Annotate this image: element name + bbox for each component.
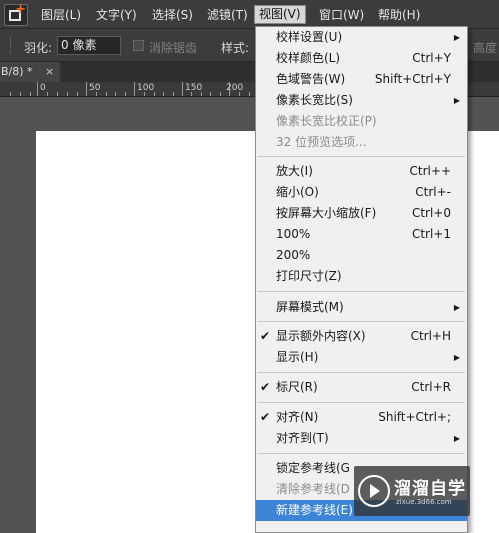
menu-item-show-extras[interactable]: ✔ 显示额外内容(X) Ctrl+H [256, 326, 467, 347]
menu-filter[interactable]: 滤镜(T) [207, 6, 248, 24]
menu-item-gamut-warning[interactable]: 色域警告(W) Shift+Ctrl+Y [256, 69, 467, 90]
ruler-tick [86, 82, 87, 96]
menu-bar: + 图层(L) 文字(Y) 选择(S) 滤镜(T) 视图(V) 窗口(W) 帮助… [0, 0, 499, 29]
menu-item-screen-mode[interactable]: 屏幕模式(M) ▶ [256, 297, 467, 318]
menu-item-pixel-aspect-correction: 像素长宽比校正(P) [276, 114, 377, 128]
menu-type[interactable]: 文字(Y) [96, 6, 137, 24]
menu-item-fit-on-screen[interactable]: 按屏幕大小缩放(F) Ctrl+0 [256, 203, 467, 224]
menu-select[interactable]: 选择(S) [152, 6, 193, 24]
watermark-logo: 溜溜自学 zixue.3d66.com [354, 466, 470, 516]
document-tab-title: B/8) * [1, 65, 33, 78]
menu-item-zoom-out[interactable]: 缩小(O) Ctrl+- [256, 182, 467, 203]
menu-separator [258, 156, 465, 157]
submenu-arrow-icon: ▶ [453, 303, 460, 312]
photoshop-logo-icon[interactable]: + [4, 3, 28, 26]
menu-item-show[interactable]: 显示(H) ▶ [256, 347, 467, 368]
document-tab[interactable]: B/8) * × [0, 62, 60, 82]
watermark-title: 溜溜自学 [394, 479, 466, 499]
menu-layer[interactable]: 图层(L) [41, 6, 81, 24]
checkmark-icon: ✔ [260, 329, 271, 343]
menu-item-snap[interactable]: ✔ 对齐(N) Shift+Ctrl+; [256, 407, 467, 428]
menu-item-snap-to[interactable]: 对齐到(T) ▶ [256, 428, 467, 449]
checkmark-icon: ✔ [260, 380, 271, 394]
menu-item-print-size[interactable]: 打印尺寸(Z) [256, 266, 467, 287]
submenu-arrow-icon: ▶ [453, 96, 460, 105]
submenu-arrow-icon: ▶ [453, 434, 460, 443]
ruler-label: 200 [226, 83, 244, 93]
view-menu-dropdown: 校样设置(U) ▶ 校样颜色(L) Ctrl+Y 色域警告(W) Shift+C… [255, 26, 468, 533]
ruler-tick [182, 82, 183, 96]
submenu-arrow-icon: ▶ [453, 33, 460, 42]
ruler-tick [37, 82, 38, 96]
menu-item-proof-setup[interactable]: 校样设置(U) ▶ [256, 27, 467, 48]
menu-view[interactable]: 视图(V) [254, 5, 306, 24]
menu-separator [258, 402, 465, 403]
height-label: 高度 [473, 41, 498, 55]
ruler-label: 50 [89, 83, 101, 93]
toolbar-grip[interactable] [10, 37, 12, 54]
ruler-label: 100 [137, 83, 155, 93]
menu-separator [258, 291, 465, 292]
menu-item-proof-colors[interactable]: 校样颜色(L) Ctrl+Y [256, 48, 467, 69]
menu-separator [258, 372, 465, 373]
watermark-url: zixue.3d66.com [396, 498, 452, 506]
close-icon[interactable]: × [45, 62, 54, 82]
menu-item-32bit-preview: 32 位预览选项... [276, 135, 367, 149]
ruler-tick [134, 82, 135, 96]
menu-item-200-percent[interactable]: 200% [256, 245, 467, 266]
feather-input[interactable]: 0 像素 [57, 36, 121, 55]
menu-item-zoom-in[interactable]: 放大(I) Ctrl++ [256, 161, 467, 182]
antialias-checkbox[interactable] [133, 40, 144, 51]
menu-item-rulers[interactable]: ✔ 标尺(R) Ctrl+R [256, 377, 467, 398]
feather-label: 羽化: [24, 41, 53, 55]
menu-separator [258, 453, 465, 454]
ruler-label: 0 [40, 83, 46, 93]
menu-help[interactable]: 帮助(H) [378, 6, 420, 24]
menu-item-100-percent[interactable]: 100% Ctrl+1 [256, 224, 467, 245]
menu-window[interactable]: 窗口(W) [319, 6, 364, 24]
ruler-label: 150 [185, 83, 203, 93]
checkmark-icon: ✔ [260, 410, 271, 424]
submenu-arrow-icon: ▶ [453, 353, 460, 362]
play-icon [358, 475, 390, 507]
antialias-label: 消除锯齿 [149, 41, 198, 55]
style-label: 样式: [221, 41, 250, 55]
menu-item-pixel-aspect-ratio[interactable]: 像素长宽比(S) ▶ [256, 90, 467, 111]
menu-separator [258, 321, 465, 322]
